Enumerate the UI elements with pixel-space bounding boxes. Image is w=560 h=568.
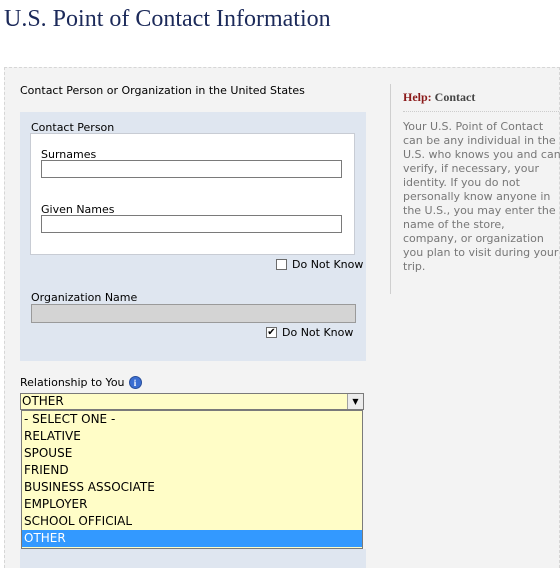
help-label: Help: <box>403 90 432 104</box>
dropdown-option-spouse[interactable]: SPOUSE <box>22 445 362 462</box>
person-do-not-know-label: Do Not Know <box>292 258 364 271</box>
contact-person-box: Surnames Given Names <box>30 133 355 255</box>
section-label: Contact Person or Organization in the Un… <box>20 84 305 97</box>
dropdown-option-relative[interactable]: RELATIVE <box>22 428 362 445</box>
dropdown-option-school-official[interactable]: SCHOOL OFFICIAL <box>22 513 362 530</box>
dropdown-option-business-associate[interactable]: BUSINESS ASSOCIATE <box>22 479 362 496</box>
dropdown-option-friend[interactable]: FRIEND <box>22 462 362 479</box>
additional-fields-area <box>20 549 366 568</box>
relationship-label: Relationship to You <box>20 376 125 389</box>
dropdown-option-select-one[interactable]: - SELECT ONE - <box>22 411 362 428</box>
relationship-label-row: Relationship to You i <box>20 376 142 389</box>
given-names-input[interactable] <box>41 215 342 233</box>
org-do-not-know-checkbox[interactable]: ✔ <box>266 327 277 338</box>
help-topic: Contact <box>434 90 476 104</box>
org-do-not-know-label: Do Not Know <box>282 326 354 339</box>
help-panel: Help: Contact Your U.S. Point of Contact… <box>390 84 560 294</box>
relationship-selected-value: OTHER <box>22 394 64 408</box>
dropdown-option-other[interactable]: OTHER <box>22 530 362 547</box>
organization-input[interactable] <box>31 304 356 323</box>
surnames-input[interactable] <box>41 160 342 178</box>
info-icon[interactable]: i <box>128 376 142 389</box>
help-title: Help: Contact <box>403 90 560 112</box>
organization-label: Organization Name <box>31 291 138 304</box>
contact-section: Contact Person Surnames Given Names Do N… <box>20 112 366 361</box>
relationship-dropdown-list[interactable]: - SELECT ONE - RELATIVE SPOUSE FRIEND BU… <box>21 410 363 549</box>
help-text: Your U.S. Point of Contact can be any in… <box>403 120 560 273</box>
checkmark-icon: ✔ <box>267 327 276 338</box>
page-title: U.S. Point of Contact Information <box>4 6 331 32</box>
form-panel: Contact Person or Organization in the Un… <box>4 67 560 568</box>
dropdown-option-employer[interactable]: EMPLOYER <box>22 496 362 513</box>
person-do-not-know-checkbox[interactable] <box>276 259 287 270</box>
chevron-down-icon[interactable]: ▼ <box>347 394 363 409</box>
relationship-select[interactable]: OTHER ▼ <box>20 393 364 410</box>
